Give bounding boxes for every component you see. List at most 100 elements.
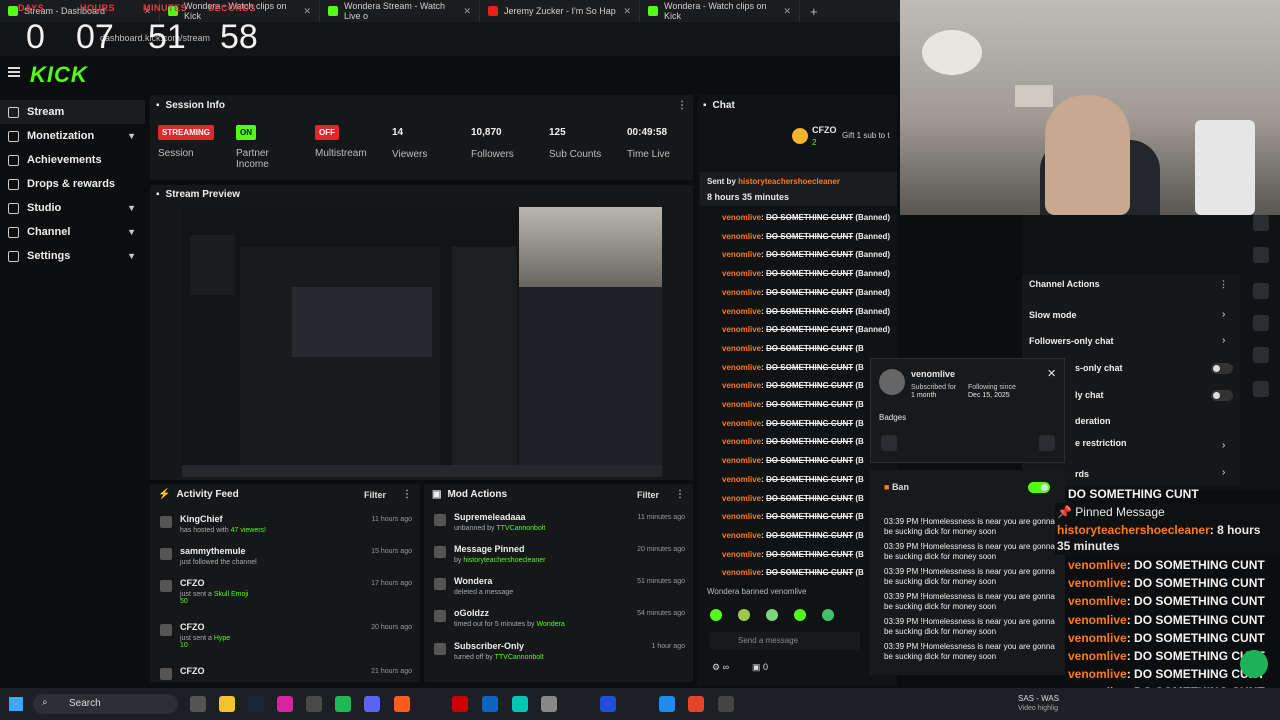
followers-stat: 10,870 Followers (471, 127, 514, 160)
youtube-icon (488, 6, 498, 16)
edge-icon[interactable] (659, 696, 675, 712)
sidebar-item-monetization[interactable]: Monetization ▼ (0, 124, 145, 148)
chat-username[interactable]: venomlive (722, 550, 761, 559)
chat-username[interactable]: venomlive (722, 381, 761, 390)
chat-username[interactable]: venomlive (722, 400, 761, 409)
chat-username[interactable]: venomlive (722, 494, 761, 503)
filter-button[interactable]: Filter (364, 490, 386, 500)
chrome-icon[interactable] (688, 696, 704, 712)
chat-username[interactable]: venomlive (722, 568, 761, 577)
chat-banned-tag: (B (853, 400, 864, 409)
emote-only-toggle[interactable] (1211, 390, 1233, 401)
status-stat: STREAMING Session (158, 125, 214, 159)
emote-icon[interactable] (822, 609, 834, 621)
more-icon[interactable]: ⋮ (677, 100, 687, 111)
app-icon[interactable] (718, 696, 734, 712)
discord-icon[interactable] (364, 696, 380, 712)
chat-username[interactable]: venomlive (722, 456, 761, 465)
browser-tab[interactable]: Wondera - Watch clips on Kick ✕ (640, 0, 800, 22)
sidebar-item-studio[interactable]: Studio ▼ (0, 196, 145, 220)
tray-media-title[interactable]: SAS - WAS (1018, 694, 1059, 703)
pin-icon[interactable] (1039, 435, 1055, 451)
taskbar-search[interactable]: Search (33, 694, 178, 714)
chat-username[interactable]: venomlive (722, 475, 761, 484)
chat-username[interactable]: venomlive (722, 512, 761, 521)
taskview-icon[interactable] (190, 696, 206, 712)
chat-username[interactable]: venomlive (722, 325, 761, 334)
following-label: Following since (968, 384, 1016, 391)
chat-username[interactable]: venomlive (722, 232, 761, 241)
chat-username[interactable]: venomlive (722, 269, 761, 278)
menu-icon[interactable] (8, 67, 20, 77)
sidebar-item-achievements[interactable]: Achievements (0, 148, 145, 172)
steam-icon[interactable] (248, 696, 264, 712)
folder-icon[interactable] (219, 696, 235, 712)
emote-only-row[interactable]: ly chat (1075, 390, 1104, 400)
chat-username[interactable]: venomlive (722, 531, 761, 540)
spotify-icon[interactable] (335, 696, 351, 712)
chat-username[interactable]: venomlive (722, 363, 761, 372)
sidebar-item-channel[interactable]: Channel ▼ (0, 220, 145, 244)
new-tab-icon[interactable]: + (810, 4, 818, 19)
chat-username[interactable]: venomlive (722, 419, 761, 428)
slow-mode-row[interactable]: Slow mode (1029, 310, 1077, 320)
kick-logo[interactable]: KICK (30, 62, 88, 88)
chevron-right-icon: › (1222, 335, 1226, 346)
filter-button[interactable]: Filter (637, 490, 659, 500)
lightning-icon[interactable] (1253, 215, 1269, 231)
emote-icon[interactable] (794, 609, 806, 621)
emote-icon[interactable] (766, 609, 778, 621)
chat-username[interactable]: venomlive (722, 250, 761, 259)
hours-label: HOURS (80, 3, 116, 13)
close-icon[interactable]: ✕ (783, 6, 791, 17)
followers-only-row[interactable]: Followers-only chat (1029, 336, 1114, 346)
more-icon[interactable]: ⋮ (402, 489, 412, 500)
shield-icon[interactable] (1253, 283, 1269, 299)
words-row[interactable]: rds (1075, 469, 1089, 479)
chat-input[interactable]: Send a message (710, 632, 860, 650)
restriction-row[interactable]: e restriction (1075, 438, 1127, 448)
instagram-icon[interactable] (277, 696, 293, 712)
chat-username[interactable]: venomlive (722, 437, 761, 446)
app-icon[interactable] (306, 696, 322, 712)
emote-icon[interactable] (710, 609, 722, 621)
subscribers-only-row[interactable]: s-only chat (1075, 363, 1123, 373)
app-icon[interactable] (482, 696, 498, 712)
ban-toggle[interactable] (1028, 482, 1050, 493)
stream-preview-video[interactable] (182, 207, 662, 477)
wrench-icon[interactable] (1253, 381, 1269, 397)
chat-username[interactable]: venomlive (722, 213, 761, 222)
chat-username[interactable]: venomlive (722, 344, 761, 353)
session-info-panel: ▪ Session Info ⋮ STREAMING Session ON Partne… (150, 95, 693, 180)
netflix-icon[interactable] (452, 696, 468, 712)
emote-icon[interactable] (738, 609, 750, 621)
gift-sub-button[interactable]: Gift 1 sub to t (842, 131, 890, 140)
sidebar-item-stream[interactable]: Stream (0, 100, 145, 124)
close-icon[interactable]: ✕ (1047, 367, 1056, 380)
document-icon[interactable] (1253, 247, 1269, 263)
close-icon[interactable]: ✕ (463, 6, 471, 17)
more-icon[interactable]: ⋮ (675, 489, 685, 500)
heart-icon[interactable] (881, 435, 897, 451)
close-icon[interactable]: ✕ (303, 6, 311, 17)
sidebar-item-settings[interactable]: Settings ▼ (0, 244, 145, 268)
browser-icon[interactable] (394, 696, 410, 712)
app-icon[interactable] (600, 696, 616, 712)
broadcast-icon[interactable] (1253, 315, 1269, 331)
studio-icon (8, 202, 19, 214)
browser-tab[interactable]: Jeremy Zucker - I'm So Hap ✕ (480, 0, 640, 22)
subscribers-only-toggle[interactable] (1211, 363, 1233, 374)
close-icon[interactable]: ✕ (623, 6, 631, 17)
sidebar-item-drops[interactable]: Drops & rewards (0, 172, 145, 196)
chat-username[interactable]: venomlive (722, 307, 761, 316)
more-icon[interactable]: ⋮ (1219, 279, 1228, 290)
windows-start-icon[interactable] (9, 697, 23, 711)
settings-icon[interactable] (541, 696, 557, 712)
chat-message-text: DO SOMETHING CUNT (766, 418, 854, 428)
stack-icon[interactable] (1253, 347, 1269, 363)
browser-tab[interactable]: Wondera Stream - Watch Live o ✕ (320, 0, 480, 22)
moderation-row[interactable]: deration (1075, 416, 1111, 426)
app-icon[interactable] (512, 696, 528, 712)
chat-username[interactable]: venomlive (722, 288, 761, 297)
chat-settings-icon[interactable]: ⚙ ∞ (712, 662, 729, 673)
